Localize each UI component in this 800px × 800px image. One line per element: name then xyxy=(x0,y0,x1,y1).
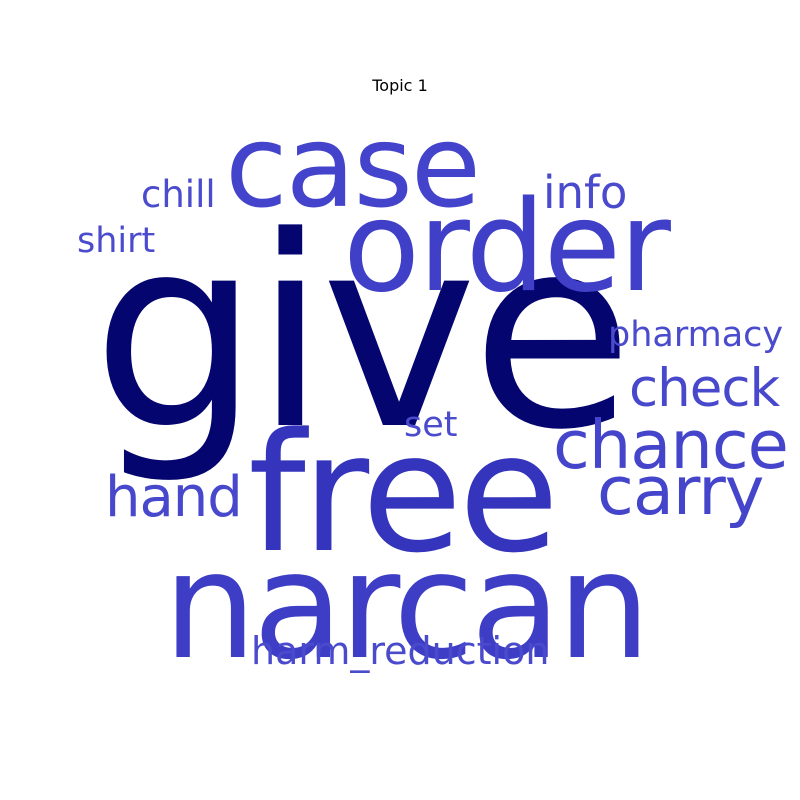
word-pharmacy: pharmacy xyxy=(608,315,784,355)
word-cloud: give free narcan order case chance carry… xyxy=(0,0,800,800)
word-info: info xyxy=(543,166,628,219)
word-set: set xyxy=(404,405,458,445)
word-case: case xyxy=(225,100,481,233)
word-hand: hand xyxy=(105,465,243,530)
word-carry: carry xyxy=(597,452,764,530)
word-chill: chill xyxy=(141,173,216,216)
word-harm-reduction: harm_reduction xyxy=(251,629,550,673)
word-check: check xyxy=(629,358,780,419)
word-shirt: shirt xyxy=(77,221,156,261)
